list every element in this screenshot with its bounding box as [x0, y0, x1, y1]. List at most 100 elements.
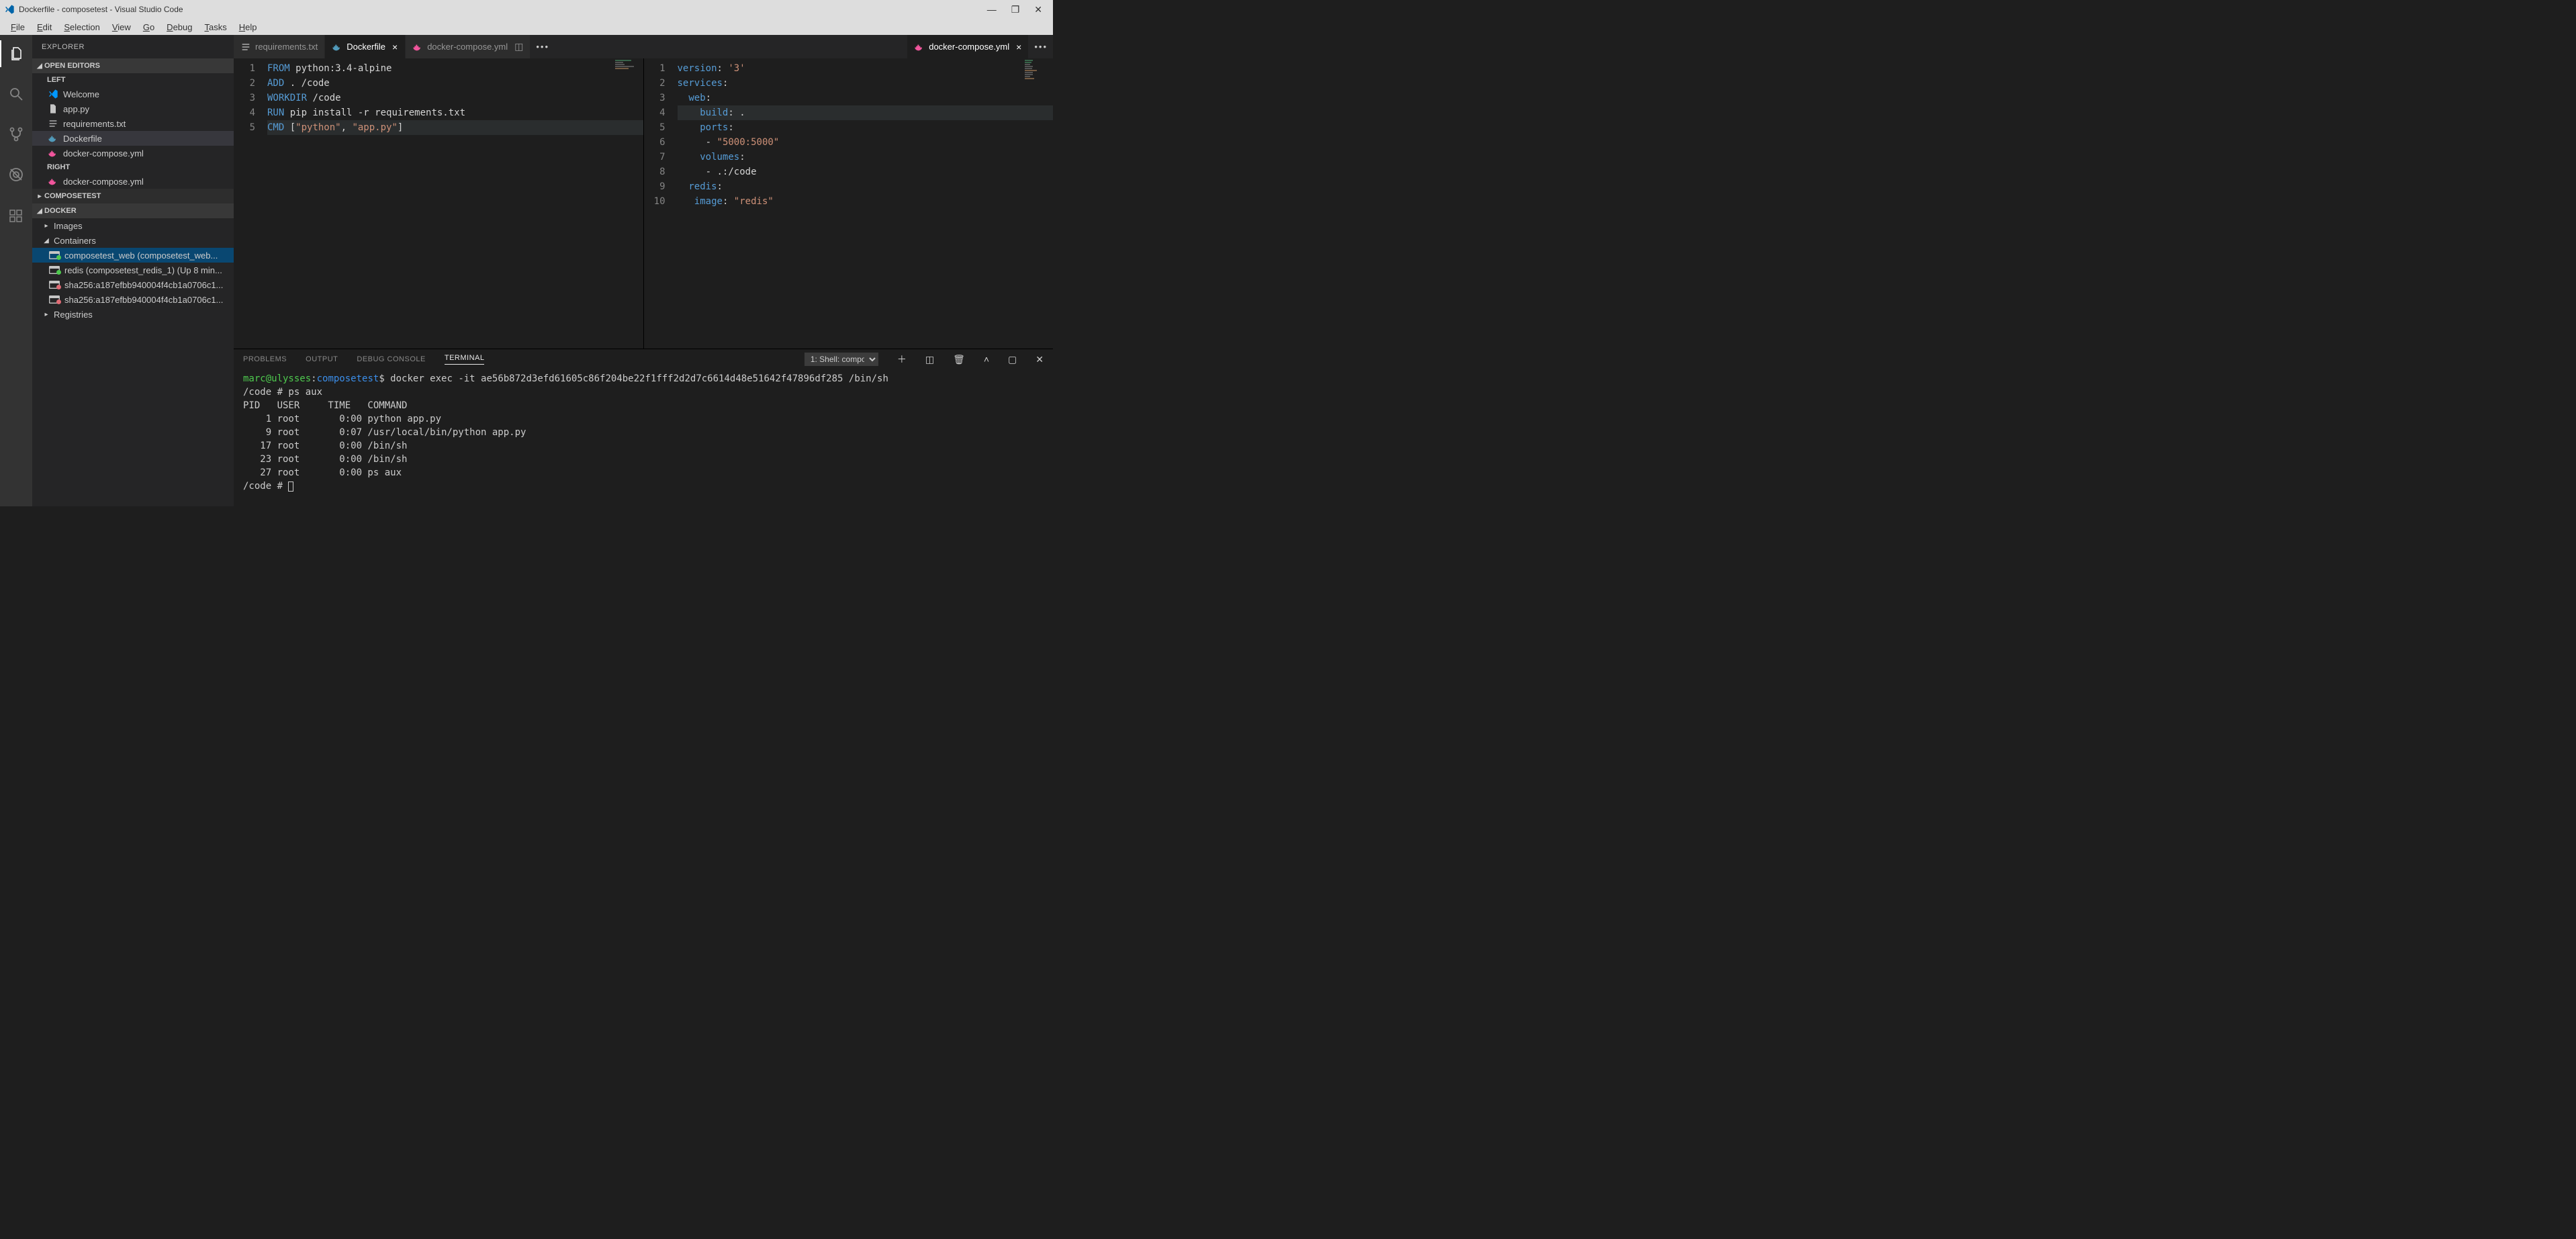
gutter-right: 12345678910	[644, 58, 678, 349]
menu-help[interactable]: Help	[234, 21, 263, 34]
docker-containers-node[interactable]: ◢ Containers	[32, 233, 234, 248]
editor-tab[interactable]: Dockerfile ×	[325, 35, 406, 58]
editor-panes: 12345 FROM python:3.4-alpineADD . /codeW…	[234, 58, 1053, 349]
file-label: docker-compose.yml	[63, 148, 234, 158]
compose-icon	[412, 42, 423, 52]
minimize-button[interactable]: —	[987, 4, 997, 15]
activity-debug[interactable]	[0, 161, 32, 188]
search-icon	[8, 86, 24, 102]
debug-icon	[8, 167, 24, 183]
compose-icon	[47, 176, 59, 187]
open-editor-item[interactable]: Dockerfile	[32, 131, 234, 146]
compose-icon	[914, 42, 925, 52]
lines-icon	[240, 42, 251, 52]
tab-group-left-actions: •••	[531, 35, 555, 58]
container-item[interactable]: redis (composetest_redis_1) (Up 8 min...	[32, 263, 234, 277]
editor-tab[interactable]: requirements.txt	[234, 35, 325, 58]
collapse-panel-icon[interactable]: ˄	[984, 354, 989, 365]
open-editor-item[interactable]: requirements.txt	[32, 116, 234, 131]
menu-file[interactable]: File	[5, 21, 30, 34]
minimap-right[interactable]	[1025, 60, 1052, 100]
tab-label: docker-compose.yml	[929, 42, 1009, 52]
menu-debug[interactable]: Debug	[161, 21, 197, 34]
docker-images-label: Images	[54, 221, 83, 231]
open-editor-item[interactable]: Welcome	[32, 87, 234, 101]
chevron-down-icon: ◢	[35, 208, 44, 215]
menu-selection[interactable]: Selection	[58, 21, 105, 34]
code-left[interactable]: FROM python:3.4-alpineADD . /codeWORKDIR…	[267, 58, 643, 349]
container-label: sha256:a187efbb940004f4cb1a0706c1...	[64, 280, 234, 290]
panel-tab-problems[interactable]: PROBLEMS	[243, 355, 287, 363]
file-label: docker-compose.yml	[63, 177, 234, 187]
docker-registries-node[interactable]: ▸ Registries	[32, 307, 234, 322]
docker-icon	[47, 133, 59, 144]
section-open-editors[interactable]: ◢ OPEN EDITORS	[32, 58, 234, 73]
panel-tab-output[interactable]: OUTPUT	[306, 355, 338, 363]
activity-bar	[0, 35, 32, 506]
sidebar-explorer: EXPLORER ◢ OPEN EDITORS LEFT Welcomeapp.…	[32, 35, 234, 506]
vscode-icon	[47, 89, 59, 99]
file-label: Welcome	[63, 89, 234, 99]
lines-icon	[47, 118, 59, 129]
menu-edit[interactable]: Edit	[32, 21, 57, 34]
section-docker[interactable]: ◢ DOCKER	[32, 203, 234, 218]
editor-tab[interactable]: docker-compose.yml◫	[406, 35, 531, 58]
close-tab-icon[interactable]: ×	[392, 42, 398, 52]
more-icon[interactable]: •••	[1034, 42, 1048, 52]
activity-search[interactable]	[0, 81, 32, 107]
code-right[interactable]: version: '3'services: web: build: . port…	[678, 58, 1054, 349]
open-editor-item[interactable]: docker-compose.yml	[32, 174, 234, 189]
files-icon	[9, 46, 25, 62]
activity-scm[interactable]	[0, 121, 32, 148]
container-item[interactable]: composetest_web (composetest_web...	[32, 248, 234, 263]
menu-tasks[interactable]: Tasks	[199, 21, 232, 34]
editor-pane-right[interactable]: 12345678910 version: '3'services: web: b…	[643, 58, 1054, 349]
new-terminal-icon[interactable]: ＋	[897, 353, 907, 366]
tab-group-right: docker-compose.yml ×	[907, 35, 1029, 58]
maximize-panel-icon[interactable]: ▢	[1008, 354, 1017, 365]
chevron-right-icon: ▸	[35, 193, 44, 200]
docker-images-node[interactable]: ▸ Images	[32, 218, 234, 233]
chevron-right-icon: ▸	[42, 311, 51, 318]
menu-view[interactable]: View	[107, 21, 136, 34]
split-editor-icon[interactable]: ◫	[514, 41, 523, 52]
minimap-left[interactable]	[615, 60, 642, 100]
docker-activity-icon	[8, 207, 24, 223]
terminal-body[interactable]: marc@ulysses:composetest$ docker exec -i…	[234, 369, 1053, 506]
window-title: Dockerfile - composetest - Visual Studio…	[19, 5, 987, 14]
file-label: app.py	[63, 104, 234, 114]
section-project[interactable]: ▸ COMPOSETEST	[32, 189, 234, 203]
open-editors-label: OPEN EDITORS	[44, 62, 100, 70]
chevron-right-icon: ▸	[42, 222, 51, 230]
docker-containers-label: Containers	[54, 236, 96, 246]
group-left-label: LEFT	[32, 73, 234, 87]
activity-docker[interactable]	[0, 201, 32, 228]
close-tab-icon[interactable]: ×	[1016, 42, 1021, 52]
more-icon[interactable]: •••	[536, 42, 549, 52]
tab-label: Dockerfile	[347, 42, 385, 52]
file-icon	[47, 103, 59, 114]
kill-terminal-icon[interactable]: 🗑	[953, 354, 965, 365]
panel-tab-debug-console[interactable]: DEBUG CONSOLE	[357, 355, 425, 363]
panel-tab-terminal[interactable]: TERMINAL	[445, 354, 485, 365]
editor-region: requirements.txtDockerfile×docker-compos…	[234, 35, 1053, 506]
activity-explorer[interactable]	[0, 40, 32, 67]
menu-go[interactable]: Go	[138, 21, 160, 34]
editor-pane-left[interactable]: 12345 FROM python:3.4-alpineADD . /codeW…	[234, 58, 643, 349]
source-control-icon	[8, 126, 24, 142]
compose-icon	[47, 148, 59, 158]
split-terminal-icon[interactable]: ◫	[925, 354, 934, 365]
editor-tab[interactable]: docker-compose.yml ×	[907, 35, 1029, 58]
file-label: requirements.txt	[63, 119, 234, 129]
container-item[interactable]: sha256:a187efbb940004f4cb1a0706c1...	[32, 277, 234, 292]
open-editor-item[interactable]: docker-compose.yml	[32, 146, 234, 160]
vscode-logo-icon	[4, 4, 15, 15]
close-window-button[interactable]: ✕	[1034, 4, 1042, 15]
maximize-button[interactable]: ❐	[1011, 4, 1020, 15]
project-label: COMPOSETEST	[44, 192, 101, 200]
close-panel-icon[interactable]: ✕	[1036, 354, 1044, 365]
docker-icon	[332, 42, 342, 52]
terminal-selector[interactable]: 1: Shell: compo	[804, 353, 878, 366]
open-editor-item[interactable]: app.py	[32, 101, 234, 116]
container-item[interactable]: sha256:a187efbb940004f4cb1a0706c1...	[32, 292, 234, 307]
